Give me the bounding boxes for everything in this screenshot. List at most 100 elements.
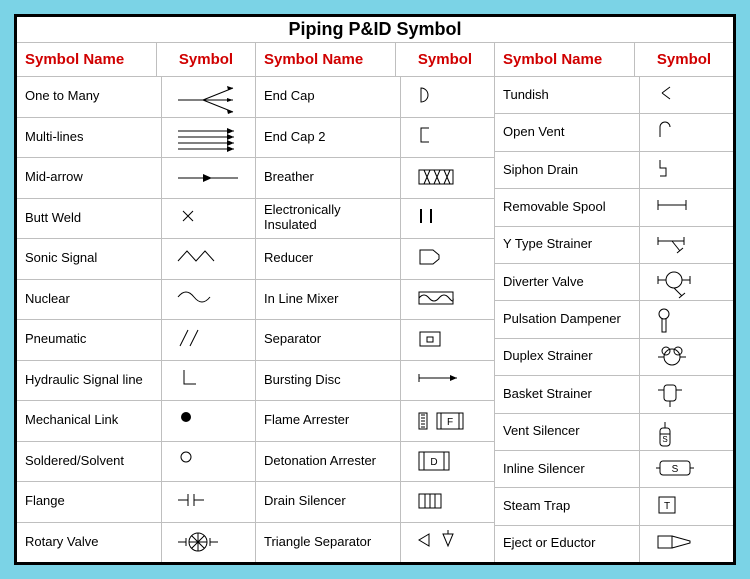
diverter-valve-icon <box>640 264 733 300</box>
table-row: Tundish <box>495 77 733 114</box>
table-row: Pneumatic <box>17 320 255 361</box>
table-row: Triangle Separator <box>256 523 494 563</box>
symbol-name: Tundish <box>495 77 640 113</box>
table-row: Separator <box>256 320 494 361</box>
siphon-drain-icon <box>640 152 733 188</box>
table-row: Nuclear <box>17 280 255 321</box>
columns: Symbol NameSymbolOne to ManyMulti-linesM… <box>17 42 733 562</box>
triangle-separator-icon <box>401 523 494 563</box>
symbol-name: Open Vent <box>495 114 640 150</box>
pneumatic-icon <box>162 320 255 360</box>
inline-silencer-icon <box>640 451 733 487</box>
symbol-name: Inline Silencer <box>495 451 640 487</box>
header-symbol: Symbol <box>635 43 733 76</box>
table-row: Detonation Arrester <box>256 442 494 483</box>
symbol-name: Eject or Eductor <box>495 526 640 562</box>
table-row: Siphon Drain <box>495 152 733 189</box>
table-row: Soldered/Solvent <box>17 442 255 483</box>
symbol-name: Triangle Separator <box>256 523 401 563</box>
soldered-icon <box>162 442 255 482</box>
symbol-name: Mechanical Link <box>17 401 162 441</box>
one-to-many-icon <box>162 77 255 117</box>
symbol-name: Basket Strainer <box>495 376 640 412</box>
table-row: Inline Silencer <box>495 451 733 488</box>
table-row: Rotary Valve <box>17 523 255 563</box>
hydraulic-signal-icon <box>162 361 255 401</box>
symbol-name: End Cap 2 <box>256 118 401 158</box>
symbol-name: Diverter Valve <box>495 264 640 300</box>
tundish-icon <box>640 77 733 113</box>
table-row: In Line Mixer <box>256 280 494 321</box>
steam-trap-icon <box>640 488 733 524</box>
table-row: Pulsation Dampener <box>495 301 733 338</box>
symbol-name: Soldered/Solvent <box>17 442 162 482</box>
table-row: Reducer <box>256 239 494 280</box>
symbol-name: Nuclear <box>17 280 162 320</box>
symbol-name: Duplex Strainer <box>495 339 640 375</box>
breather-icon <box>401 158 494 198</box>
table-row: Open Vent <box>495 114 733 151</box>
open-vent-icon <box>640 114 733 150</box>
mechanical-link-icon <box>162 401 255 441</box>
table-row: Duplex Strainer <box>495 339 733 376</box>
column: Symbol NameSymbolEnd CapEnd Cap 2Breathe… <box>256 43 495 562</box>
rotary-valve-icon <box>162 523 255 563</box>
symbol-name: In Line Mixer <box>256 280 401 320</box>
table-row: End Cap 2 <box>256 118 494 159</box>
basket-strainer-icon <box>640 376 733 412</box>
symbol-name: Pneumatic <box>17 320 162 360</box>
column: Symbol NameSymbolTundishOpen VentSiphon … <box>495 43 733 562</box>
header-name: Symbol Name <box>495 43 635 76</box>
mid-arrow-icon <box>162 158 255 198</box>
table-row: Bursting Disc <box>256 361 494 402</box>
table-row: One to Many <box>17 77 255 118</box>
symbol-name: Drain Silencer <box>256 482 401 522</box>
table-row: Hydraulic Signal line <box>17 361 255 402</box>
table-row: Butt Weld <box>17 199 255 240</box>
butt-weld-icon <box>162 199 255 239</box>
table-row: Mid-arrow <box>17 158 255 199</box>
symbol-name: Hydraulic Signal line <box>17 361 162 401</box>
symbol-name: Separator <box>256 320 401 360</box>
sonic-signal-icon <box>162 239 255 279</box>
end-cap-icon <box>401 77 494 117</box>
page-title: Piping P&ID Symbol <box>17 17 733 42</box>
symbol-name: One to Many <box>17 77 162 117</box>
rows: TundishOpen VentSiphon DrainRemovable Sp… <box>495 77 733 562</box>
pulsation-dampener-icon <box>640 301 733 337</box>
table-row: Mechanical Link <box>17 401 255 442</box>
table-row: Multi-lines <box>17 118 255 159</box>
symbol-name: Bursting Disc <box>256 361 401 401</box>
rows: End CapEnd Cap 2BreatherElectronically I… <box>256 77 494 562</box>
table-row: Eject or Eductor <box>495 526 733 562</box>
symbol-name: Y Type Strainer <box>495 227 640 263</box>
symbol-name: Siphon Drain <box>495 152 640 188</box>
page: Piping P&ID Symbol Symbol NameSymbolOne … <box>0 0 750 579</box>
symbol-name: Steam Trap <box>495 488 640 524</box>
symbol-name: Multi-lines <box>17 118 162 158</box>
separator-icon <box>401 320 494 360</box>
column: Symbol NameSymbolOne to ManyMulti-linesM… <box>17 43 256 562</box>
column-header: Symbol NameSymbol <box>256 43 494 77</box>
vent-silencer-icon <box>640 414 733 450</box>
symbol-name: Detonation Arrester <box>256 442 401 482</box>
duplex-strainer-icon <box>640 339 733 375</box>
table-row: Flange <box>17 482 255 523</box>
bursting-disc-icon <box>401 361 494 401</box>
header-name: Symbol Name <box>256 43 396 76</box>
symbol-name: Removable Spool <box>495 189 640 225</box>
symbol-name: Mid-arrow <box>17 158 162 198</box>
table-row: Drain Silencer <box>256 482 494 523</box>
symbol-name: Rotary Valve <box>17 523 162 563</box>
table-row: Breather <box>256 158 494 199</box>
header-name: Symbol Name <box>17 43 157 76</box>
flange-icon <box>162 482 255 522</box>
drain-silencer-icon <box>401 482 494 522</box>
symbol-name: Sonic Signal <box>17 239 162 279</box>
table-row: Vent Silencer <box>495 414 733 451</box>
frame: Piping P&ID Symbol Symbol NameSymbolOne … <box>14 14 736 565</box>
symbol-name: Flange <box>17 482 162 522</box>
table-row: Flame Arrester <box>256 401 494 442</box>
symbol-name: Butt Weld <box>17 199 162 239</box>
column-header: Symbol NameSymbol <box>495 43 733 77</box>
